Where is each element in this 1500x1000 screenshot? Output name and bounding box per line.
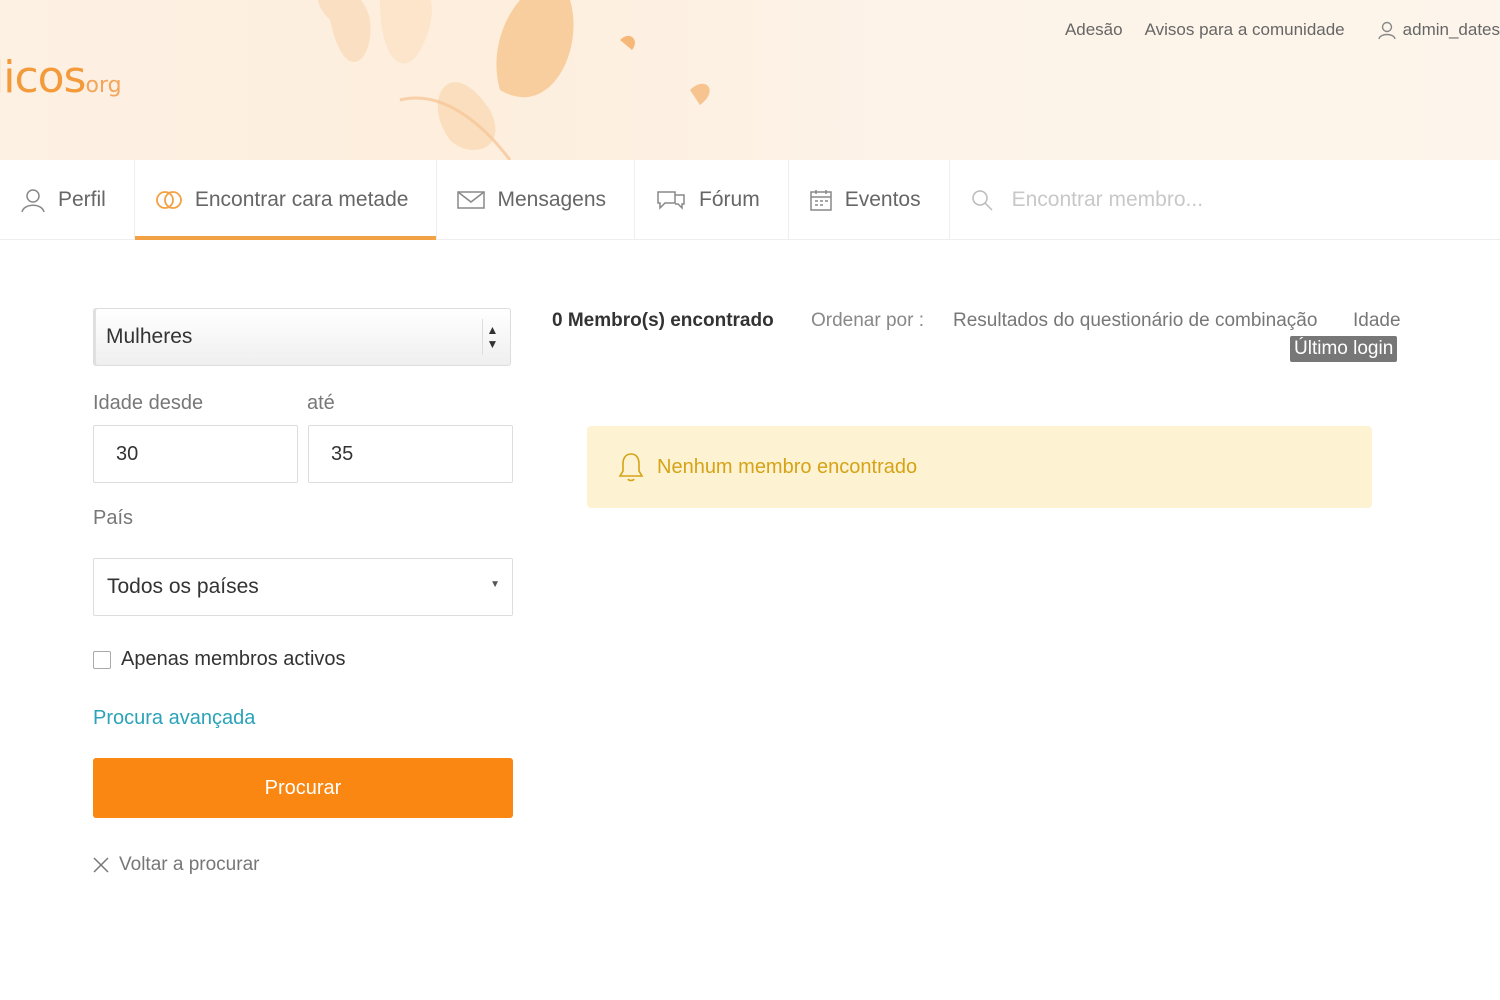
butterfly-decoration [318,0,710,160]
join-link[interactable]: Adesão [1065,20,1123,40]
nav-label: Encontrar cara metade [194,188,409,211]
rings-icon [155,191,182,209]
gender-select-value: Mulheres [106,325,193,348]
sort-option-last-login[interactable]: Último login [1290,336,1398,362]
nav-item-profile[interactable]: Perfil [0,160,135,240]
user-icon [21,189,45,213]
nav-label: Mensagens [497,188,607,211]
country-select-value: Todos os países [107,575,259,598]
member-search-input[interactable] [1011,187,1412,212]
active-members-label: Apenas membros activos [121,648,346,670]
community-notices-link[interactable]: Avisos para a comunidade [1145,20,1345,40]
age-range [93,425,513,483]
active-members-checkbox[interactable] [93,650,111,669]
nav-label: Perfil [58,188,106,211]
age-to-input[interactable] [308,425,513,483]
logo-suffix: org [85,73,122,98]
logo-text: licos [0,52,86,103]
search-button[interactable]: Procurar [93,758,513,818]
username: admin_dates [1402,20,1500,39]
member-search [950,160,1500,239]
close-icon [93,857,109,873]
age-from-label: Idade desde [93,392,204,414]
user-menu[interactable]: admin_dates [1377,20,1500,40]
search-icon [971,189,993,211]
age-from-input[interactable] [93,425,298,483]
no-results-message: Nenhum membro encontrado [657,455,918,478]
bell-icon [618,453,644,482]
chat-bubbles-icon [657,191,685,210]
no-results-alert: Nenhum membro encontrado [587,426,1372,508]
reset-search-label: Voltar a procurar [119,854,260,875]
nav-label: Fórum [699,188,760,211]
active-members-option: Apenas membros activos [93,648,513,671]
sort-option-age[interactable]: Idade [1353,310,1401,332]
nav-item-messages[interactable]: Mensagens [437,160,636,240]
calendar-icon [809,190,832,211]
main-nav: Perfil Encontrar cara metade Mensagens F… [0,160,1500,240]
gender-select[interactable]: Mulheres ▲ ▼ [93,308,511,366]
site-logo[interactable]: licosorg [0,52,122,103]
nav-item-find-match[interactable]: Encontrar cara metade [134,160,438,240]
age-to-label: até [307,392,335,414]
sort-option-questionnaire[interactable]: Resultados do questionário de combinação [953,310,1317,332]
search-filters: Mulheres ▲▼ Idade desde até País Todos o… [93,308,513,876]
age-labels: Idade desde até [93,392,513,415]
reset-search-link[interactable]: Voltar a procurar [93,854,513,876]
country-select[interactable]: Todos os países ▼ [93,558,513,616]
header-banner: licosorg Adesão Avisos para a comunidade… [0,0,1500,160]
nav-item-forum[interactable]: Fórum [635,160,789,240]
top-links: Adesão Avisos para a comunidade admin_da… [1065,20,1500,40]
user-icon [1377,21,1396,40]
advanced-search-link[interactable]: Procura avançada [93,707,513,730]
sort-label: Ordenar por : [811,310,924,331]
up-down-arrows-icon: ▲ ▼ [482,319,502,355]
country-label: País [93,507,134,529]
caret-down-icon: ▼ [490,579,500,590]
nav-label: Eventos [844,188,921,211]
envelope-icon [457,191,486,209]
nav-item-events[interactable]: Eventos [789,160,950,240]
results-count: 0 Membro(s) encontrado [552,310,774,331]
